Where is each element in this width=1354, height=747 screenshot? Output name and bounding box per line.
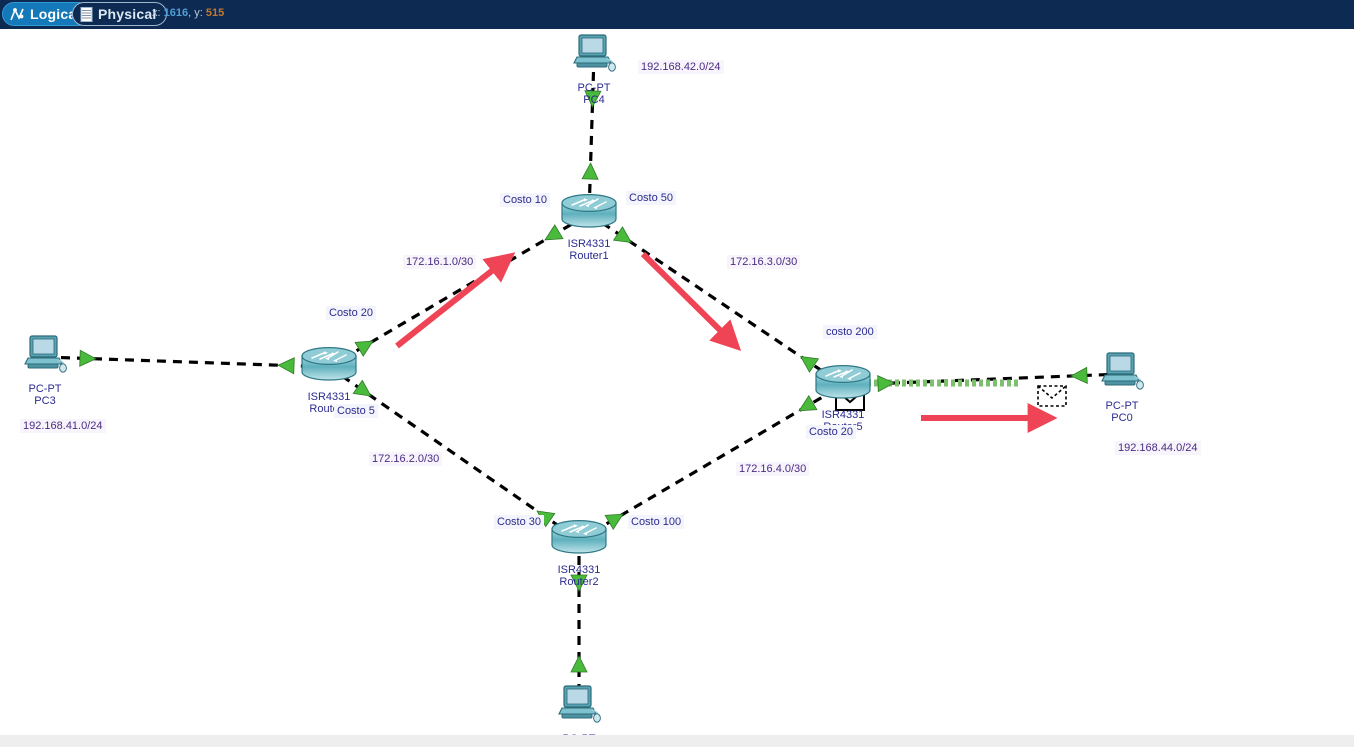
router-icon [797,363,889,408]
network-label-net-pc0: 192.168.44.0/24 [1115,441,1201,455]
network-label-net-pc4: 192.168.42.0/24 [638,60,724,74]
annotation-arrow-layer [395,251,1058,433]
cost-label-cost-r1-right: Costo 50 [626,191,677,205]
cost-label-cost-r0-down: Costo 5 [334,404,378,418]
device-pc3[interactable]: PC-PT PC3 [0,333,91,407]
coord-y-value: 515 [205,7,225,19]
router-icon [283,345,375,390]
device-router5[interactable]: ISR4331Router5 [797,363,889,433]
packet-in-transit[interactable] [1037,385,1067,407]
device-model-label: ISR4331 [307,391,351,403]
device-model-label: PC-PT [1105,400,1139,412]
device-pc0[interactable]: PC-PT PC0 [1076,350,1168,424]
port-status-indicator [581,162,599,180]
device-model-label: ISR4331 [557,564,601,576]
cost-label-cost-r5-up: costo 200 [823,325,877,339]
router-icon [533,518,625,563]
device-name-label: Router2 [559,576,599,588]
logical-topology-canvas[interactable]: PC-PT PC4 ISR4331 Router1 PC-PT PC3 ISR4… [0,29,1354,735]
network-label-net-link1: 172.16.1.0/30 [403,255,477,269]
pc-icon [1076,350,1168,399]
cost-label-cost-r2-left: Costo 30 [494,515,545,529]
cost-label-cost-r5-down: Costo 20 [806,425,857,439]
cursor-coordinates: x: 1616, y: 515 [152,7,224,19]
cost-label-cost-r2-right: Costo 100 [628,515,685,529]
coord-x-prefix: x: [152,7,164,19]
tab-physical-label: Physical [98,6,157,22]
physical-view-icon [79,6,94,23]
cost-label-cost-r0-up: Costo 20 [326,306,377,320]
device-router2[interactable]: ISR4331 Router2 [533,518,625,588]
device-model-label: ISR4331 [821,409,865,421]
network-label-net-pc3: 192.168.41.0/24 [20,419,106,433]
network-label-net-link3: 172.16.3.0/30 [727,255,801,269]
packet-tracer-workspace: Logical Physical x: 1616, y: 515 PC-PT P… [0,0,1354,747]
pc-icon [548,32,640,81]
device-router1[interactable]: ISR4331 Router1 [543,192,635,262]
arrow-down-right [640,251,742,351]
view-mode-tabbar: Logical Physical x: 1616, y: 515 [0,0,1354,30]
device-pc1[interactable]: PC-PT [533,683,625,735]
device-name-label: PC4 [583,94,605,106]
device-pc4[interactable]: PC-PT PC4 [548,32,640,106]
network-label-net-link2: 172.16.2.0/30 [369,452,443,466]
device-model-label: PC-PT [28,383,62,395]
cost-label-cost-r1-left: Costo 10 [500,193,551,207]
coord-x-value: 1616 [163,7,189,19]
links-group [44,55,1123,707]
device-model-label: ISR4331 [567,238,611,250]
device-name-label: PC3 [34,395,56,407]
device-name-label: Router1 [569,250,609,262]
pc-icon [0,333,91,382]
arrow-up-right [395,252,516,349]
network-label-net-link4: 172.16.4.0/30 [736,462,810,476]
coord-y-prefix: , y: [188,7,206,19]
router-icon [543,192,635,237]
port-status-indicator [570,655,588,673]
device-name-label: PC0 [1111,412,1133,424]
pc-icon [533,683,625,732]
bottom-strip [0,735,1354,747]
device-model-label: PC-PT [577,82,611,94]
logical-view-icon [9,6,26,23]
